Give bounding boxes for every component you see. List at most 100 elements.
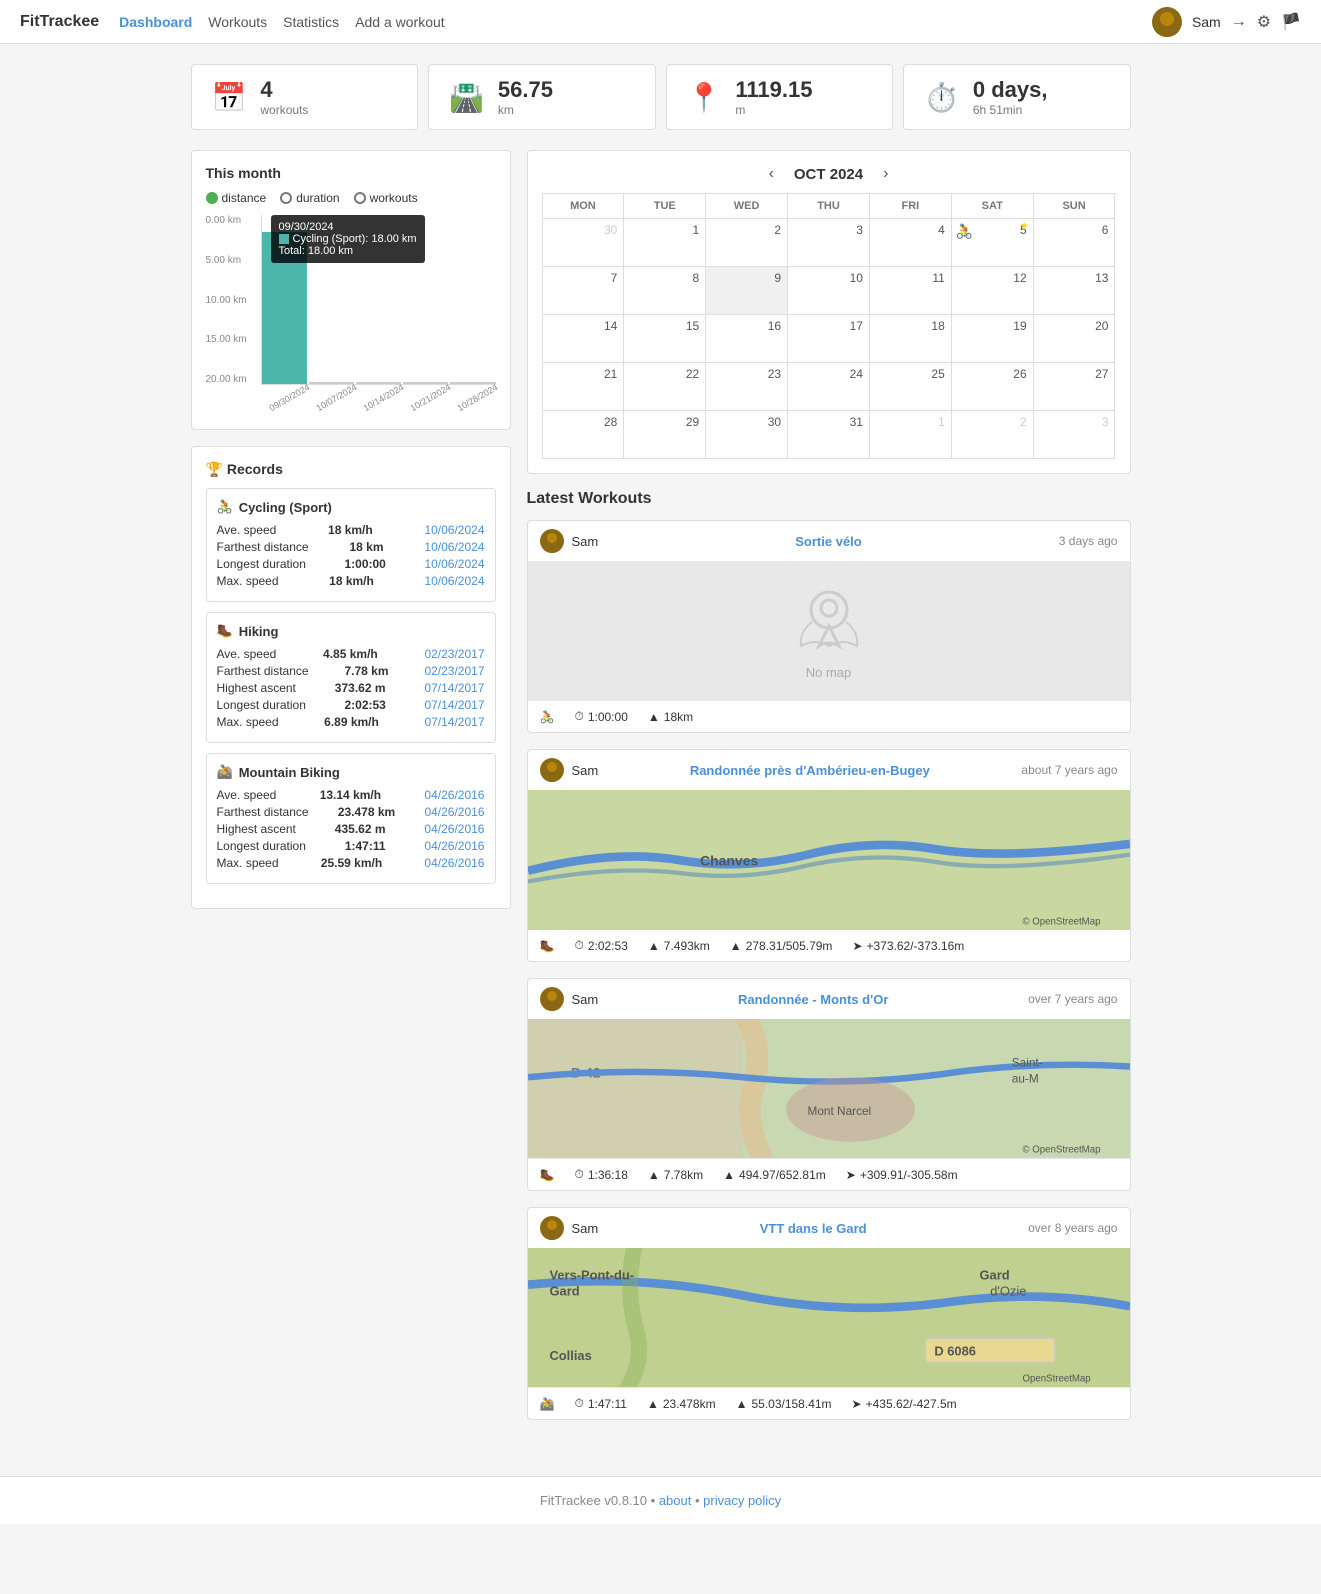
workout-header-4: Sam VTT dans le Gard over 8 years ago <box>528 1208 1130 1248</box>
workout-title-3[interactable]: Randonnée - Monts d'Or <box>738 992 888 1007</box>
duration-radio[interactable]: duration <box>280 191 339 205</box>
nav-add-workout[interactable]: Add a workout <box>355 14 445 30</box>
record-date[interactable]: 02/23/2017 <box>424 647 484 661</box>
workout-map-3: D 42 Mont Narcel Saint- au-M © OpenStree… <box>528 1019 1130 1159</box>
tooltip-color-swatch <box>279 234 289 244</box>
workout-title-2[interactable]: Randonnée près d'Ambérieu-en-Bugey <box>690 763 930 778</box>
record-date[interactable]: 07/14/2017 <box>424 698 484 712</box>
cal-day-today: 9 <box>706 267 788 315</box>
cycling-icon: 🚴 <box>217 499 233 515</box>
cal-day: 6 <box>1034 219 1116 267</box>
trophy-icon: 🏆 <box>206 461 223 477</box>
record-date[interactable]: 04/26/2016 <box>424 839 484 853</box>
cal-day: 24 <box>788 363 870 411</box>
distance-val-3: 7.78km <box>664 1168 703 1182</box>
cal-day: 10 <box>788 267 870 315</box>
cal-day: 25 <box>870 363 952 411</box>
calendar-grid: MON TUE WED THU FRI SAT SUN 30 1 2 3 4 5… <box>542 193 1116 459</box>
nav-statistics[interactable]: Statistics <box>283 14 339 30</box>
record-label: Ave. speed <box>217 788 277 802</box>
this-month-card: This month distance duration workouts <box>191 150 511 430</box>
workout-user-2: Sam <box>540 758 599 782</box>
workout-distance-4: ▲ 23.478km <box>647 1397 716 1411</box>
two-col-layout: This month distance duration workouts <box>191 150 1131 1436</box>
calendar-next[interactable]: › <box>883 165 888 183</box>
username: Sam <box>1192 14 1221 30</box>
cal-day: 14 <box>543 315 625 363</box>
record-value: 1:00:00 <box>344 557 385 571</box>
workout-icon: 🚴 <box>956 223 973 240</box>
logout-icon[interactable]: → <box>1231 13 1247 31</box>
cal-day: 23 <box>706 363 788 411</box>
calendar-header: ‹ OCT 2024 › <box>542 165 1116 183</box>
duration-value: 0 days, <box>973 77 1048 103</box>
distance-radio[interactable]: distance <box>206 191 267 205</box>
footer-privacy-link[interactable]: privacy policy <box>703 1493 781 1508</box>
cal-day: 18 <box>870 315 952 363</box>
stat-workouts: 📅 4 workouts <box>191 64 419 130</box>
no-map-text: No map <box>789 665 869 680</box>
cal-day: 12 <box>952 267 1034 315</box>
workout-stats-3: 🥾 ⏱ 1:36:18 ▲ 7.78km ▲ 494.97/652.81m <box>528 1159 1130 1190</box>
mountain-icon-4: ▲ <box>647 1397 659 1411</box>
user-avatar-4 <box>540 1216 564 1240</box>
record-date[interactable]: 04/26/2016 <box>424 856 484 870</box>
record-value: 435.62 m <box>335 822 386 836</box>
workout-elevation-3: ▲ 494.97/652.81m <box>723 1168 826 1182</box>
flag-icon[interactable]: 🏴 <box>1281 12 1301 32</box>
record-date[interactable]: 10/06/2024 <box>424 574 484 588</box>
cal-header-wed: WED <box>706 194 788 219</box>
cal-day: 15 <box>624 315 706 363</box>
distance-val-4: 23.478km <box>663 1397 716 1411</box>
workout-title-4[interactable]: VTT dans le Gard <box>760 1221 867 1236</box>
left-column: This month distance duration workouts <box>191 150 511 1436</box>
clock-icon: ⏱ <box>574 709 583 724</box>
workouts-radio[interactable]: workouts <box>354 191 418 205</box>
record-row: Highest ascent 435.62 m 04/26/2016 <box>217 822 485 836</box>
cal-day: 8 <box>624 267 706 315</box>
record-value: 373.62 m <box>335 681 386 695</box>
dir-val-2: +373.62/-373.16m <box>867 939 965 953</box>
record-date[interactable]: 04/26/2016 <box>424 805 484 819</box>
workout-title-1[interactable]: Sortie vélo <box>795 534 861 549</box>
record-date[interactable]: 10/06/2024 <box>424 523 484 537</box>
record-date[interactable]: 07/14/2017 <box>424 715 484 729</box>
cal-day: 11 <box>870 267 952 315</box>
record-label: Highest ascent <box>217 681 296 695</box>
cal-day: 2 <box>706 219 788 267</box>
elevation-value: 1119.15 <box>735 77 812 103</box>
cal-day: 29 <box>624 411 706 459</box>
record-label: Max. speed <box>217 574 279 588</box>
bar-chart: 09/30/2024 Cycling (Sport): 18.00 km Tot… <box>206 215 496 415</box>
nav-workouts[interactable]: Workouts <box>208 14 267 30</box>
footer-version: v0.8.10 <box>604 1493 647 1508</box>
footer-about-link[interactable]: about <box>659 1493 692 1508</box>
record-value: 18 km/h <box>328 523 373 537</box>
nav-dashboard[interactable]: Dashboard <box>119 14 192 30</box>
settings-icon[interactable]: ⚙ <box>1257 12 1271 32</box>
record-label: Ave. speed <box>217 647 277 661</box>
record-date[interactable]: 04/26/2016 <box>424 788 484 802</box>
workout-map-1: No map <box>528 561 1130 701</box>
workout-card-1: Sam Sortie vélo 3 days ago <box>527 520 1131 733</box>
clock-icon-2: ⏱ <box>574 938 583 953</box>
workout-card-2: Sam Randonnée près d'Ambérieu-en-Bugey a… <box>527 749 1131 962</box>
workouts-value: 4 <box>260 77 308 103</box>
mtb-icon-4: 🚵 <box>540 1397 555 1411</box>
calendar-prev[interactable]: ‹ <box>769 165 774 183</box>
hiking-label: Hiking <box>239 624 279 639</box>
record-date[interactable]: 02/23/2017 <box>424 664 484 678</box>
record-date[interactable]: 04/26/2016 <box>424 822 484 836</box>
record-date[interactable]: 10/06/2024 <box>424 557 484 571</box>
user-avatar-3 <box>540 987 564 1011</box>
distance-value: 56.75 <box>498 77 553 103</box>
record-row: Ave. speed 13.14 km/h 04/26/2016 <box>217 788 485 802</box>
record-date[interactable]: 07/14/2017 <box>424 681 484 695</box>
distance-val: 18km <box>664 710 693 724</box>
cal-header-sat: SAT <box>952 194 1034 219</box>
cycling-sport-record: 🚴 Cycling (Sport) Ave. speed 18 km/h 10/… <box>206 488 496 602</box>
record-date[interactable]: 10/06/2024 <box>424 540 484 554</box>
y-label-2: 5.00 km <box>206 255 261 266</box>
hiking-icon-3: 🥾 <box>540 1168 555 1182</box>
svg-text:D 6086: D 6086 <box>934 1343 976 1358</box>
